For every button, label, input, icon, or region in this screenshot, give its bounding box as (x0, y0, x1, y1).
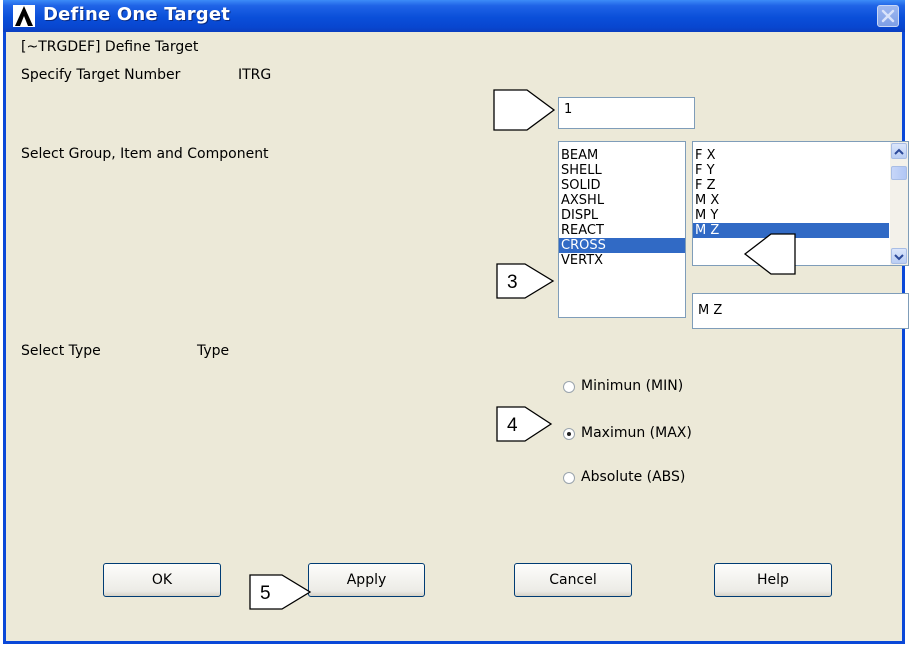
component-listbox[interactable]: F XF YF ZM XM YM Z (692, 141, 909, 266)
dialog-window: Define One Target [~TRGDEF] Define Targe… (3, 0, 909, 644)
scroll-thumb[interactable] (891, 166, 907, 180)
type-radio-option[interactable]: Minimun (MIN) (563, 378, 763, 396)
command-label: [~TRGDEF] Define Target (21, 39, 199, 55)
component-item[interactable]: M X (693, 193, 889, 208)
component-item[interactable]: F Y (693, 163, 889, 178)
radio-option-label: Maximun (MAX) (581, 425, 692, 441)
group-item[interactable]: CROSS (559, 238, 685, 253)
type-select-label: Select Type (21, 343, 101, 359)
group-item[interactable]: VERTX (559, 253, 685, 268)
radio-button-icon[interactable] (563, 381, 575, 393)
group-listbox[interactable]: BEAM SHELL SOLID AXSHL DISPL REACT CROSS VERTX (558, 141, 686, 318)
target-number-input[interactable]: 1 (558, 97, 695, 129)
apply-button[interactable]: Apply (308, 563, 425, 597)
dialog-body: [~TRGDEF] Define Target Specify Target N… (6, 32, 909, 641)
callout-step-3: 3 (496, 263, 555, 299)
radio-option-label: Minimun (MIN) (581, 378, 684, 394)
callout-step-4: 4 (496, 406, 553, 442)
type-radio-option[interactable]: Absolute (ABS) (563, 469, 763, 487)
radio-button-icon[interactable] (563, 428, 575, 440)
component-item[interactable]: F Z (693, 178, 889, 193)
group-item[interactable]: SOLID (559, 178, 685, 193)
group-item[interactable]: SHELL (559, 163, 685, 178)
type-radio-option[interactable]: Maximun (MAX) (563, 425, 763, 443)
cancel-button[interactable]: Cancel (514, 563, 632, 597)
group-item[interactable]: REACT (559, 223, 685, 238)
group-item[interactable]: AXSHL (559, 193, 685, 208)
callout-step-4-number: 4 (507, 415, 518, 436)
callout-step-5-number: 5 (260, 583, 271, 604)
target-number-param: ITRG (238, 67, 272, 83)
component-value-input[interactable]: M Z (692, 293, 909, 329)
group-item[interactable]: DISPL (559, 208, 685, 223)
scroll-down-icon[interactable] (891, 248, 907, 264)
radio-option-label: Absolute (ABS) (581, 469, 686, 485)
component-item[interactable]: M Y (693, 208, 889, 223)
ansys-logo-icon (13, 5, 35, 27)
type-param-label: Type (197, 343, 230, 359)
window-title: Define One Target (43, 4, 231, 25)
target-number-label: Specify Target Number (21, 67, 181, 83)
radio-selected-dot (567, 432, 571, 436)
group-select-label: Select Group, Item and Component (21, 146, 269, 162)
ok-button[interactable]: OK (103, 563, 221, 597)
help-button[interactable]: Help (714, 563, 832, 597)
component-item[interactable]: F X (693, 148, 889, 163)
group-item[interactable]: BEAM (559, 148, 685, 163)
radio-button-icon[interactable] (563, 472, 575, 484)
callout-step-5: 5 (249, 574, 312, 610)
callout-step-3-number: 3 (507, 272, 518, 293)
title-bar[interactable]: Define One Target (3, 0, 905, 32)
component-scrollbar[interactable] (890, 142, 908, 265)
callout-arrow-target (493, 89, 556, 131)
scroll-up-icon[interactable] (891, 143, 907, 159)
close-icon[interactable] (877, 5, 899, 27)
callout-arrow-component (743, 233, 796, 275)
